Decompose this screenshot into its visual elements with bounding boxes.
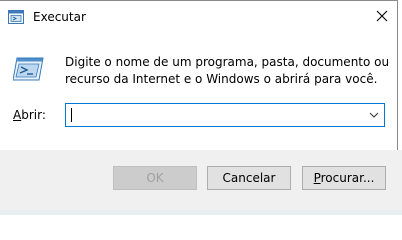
description-line-2: recurso da Internet e o Windows o abrirá… bbox=[65, 72, 378, 86]
desktop-background-strip bbox=[0, 210, 402, 215]
title-bar[interactable]: Executar bbox=[0, 1, 397, 32]
description-line-1: Digite o nome de um programa, pasta, doc… bbox=[65, 55, 390, 69]
run-prompt-icon bbox=[13, 57, 44, 81]
open-label-mnemonic: A bbox=[13, 108, 22, 122]
open-label: Abrir: bbox=[13, 108, 46, 122]
browse-button[interactable]: Procurar... bbox=[302, 166, 386, 190]
open-label-text: brir: bbox=[21, 108, 46, 122]
cancel-button[interactable]: Cancelar bbox=[207, 166, 291, 190]
window-title: Executar bbox=[33, 10, 86, 24]
browse-mnemonic: P bbox=[313, 171, 321, 185]
ok-button[interactable]: OK bbox=[113, 166, 197, 190]
close-icon[interactable] bbox=[373, 7, 391, 25]
chevron-down-icon[interactable] bbox=[364, 104, 384, 126]
text-cursor bbox=[71, 108, 72, 122]
open-combobox[interactable] bbox=[65, 103, 385, 127]
description-text: Digite o nome de um programa, pasta, doc… bbox=[65, 54, 390, 88]
open-input[interactable] bbox=[74, 106, 368, 126]
browse-label-text: rocurar... bbox=[320, 171, 375, 185]
run-app-icon bbox=[8, 10, 24, 24]
